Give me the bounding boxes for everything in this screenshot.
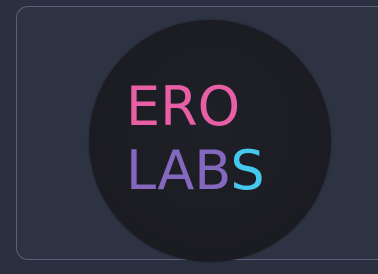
logo-text-line-2: LABS	[126, 144, 265, 198]
logo-letter-s: S	[230, 139, 265, 202]
logo-text-line-1: ERO	[126, 80, 240, 134]
logo-word-ero: ERO	[126, 75, 241, 138]
logo-word-lab: LAB	[126, 139, 231, 202]
